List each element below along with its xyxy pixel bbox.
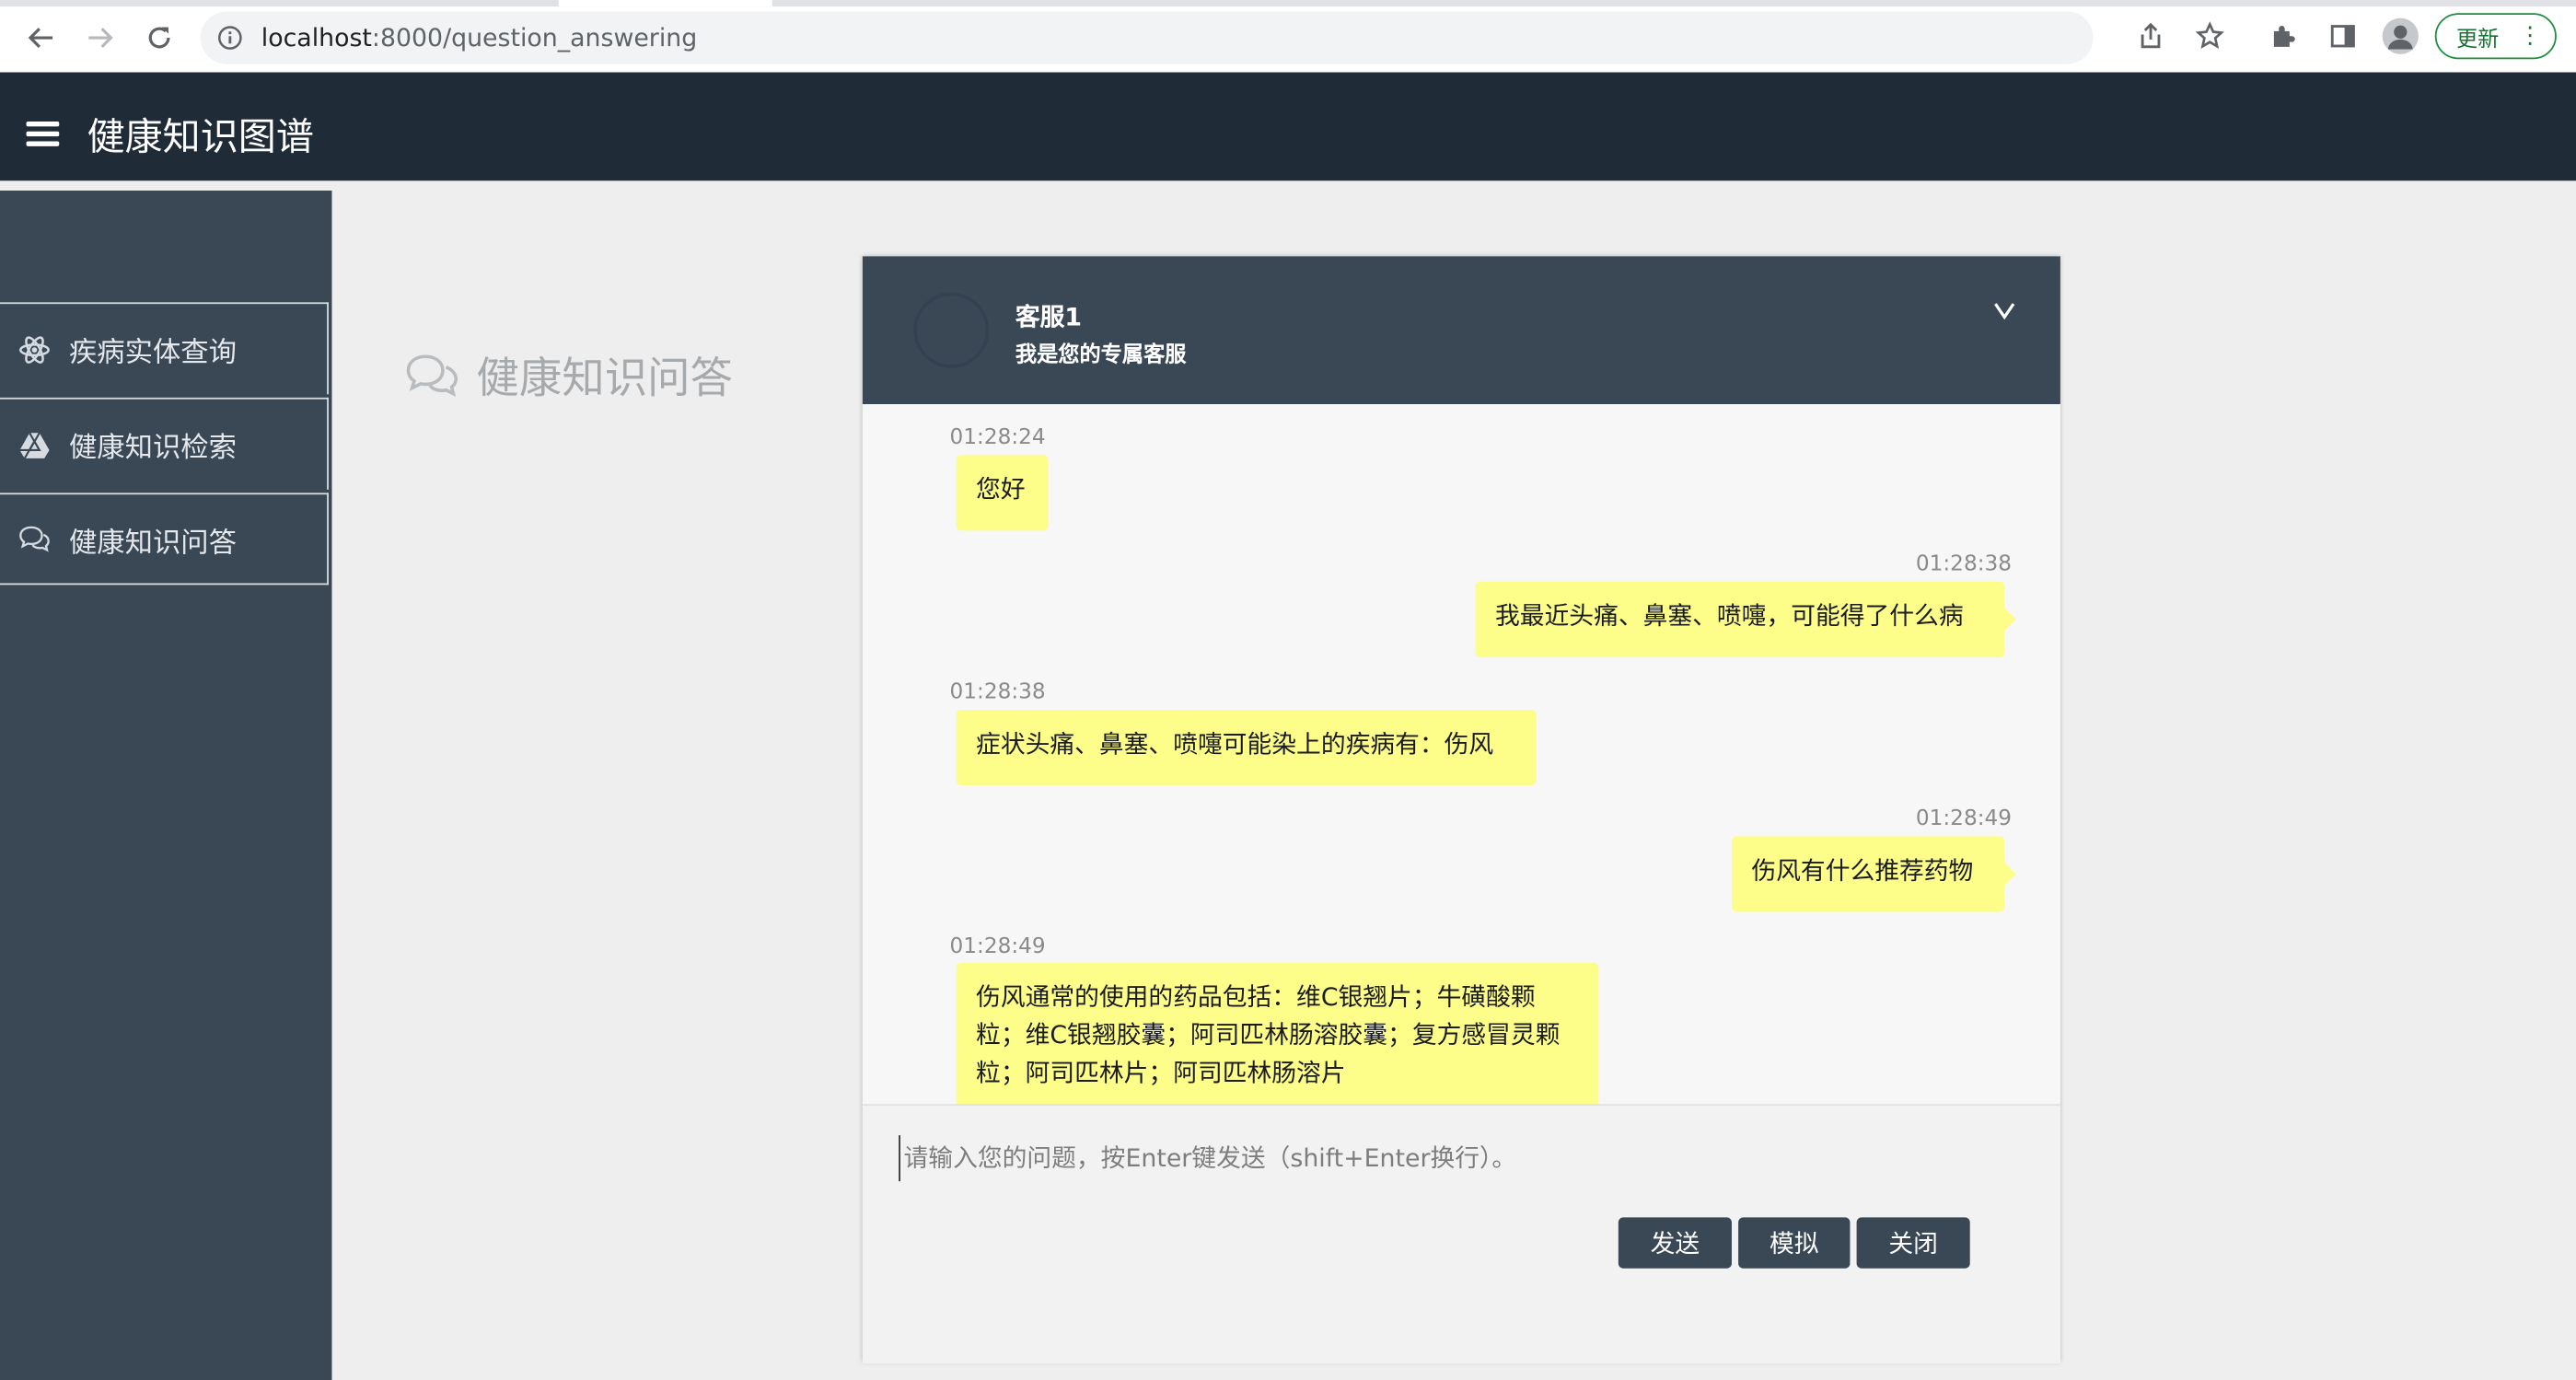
star-icon	[2195, 21, 2224, 50]
url-path: :8000/question_answering	[371, 22, 698, 53]
menu-dots-icon[interactable]: ⋮	[2519, 21, 2542, 51]
extensions-button[interactable]	[2268, 19, 2301, 52]
tab-strip-edge	[0, 0, 2576, 7]
message-time: 01:28:38	[949, 679, 1046, 705]
sidebar-item-label: 健康知识检索	[68, 432, 237, 466]
browser-toolbar: localhost:8000/question_answering 更新 ⋮	[0, 0, 2576, 73]
close-button[interactable]: 关闭	[1856, 1217, 1970, 1269]
url-text[interactable]: localhost:8000/question_answering	[261, 23, 697, 52]
profile-button[interactable]	[2382, 17, 2419, 54]
drive-icon	[18, 428, 52, 461]
chat-bubbles-icon	[404, 349, 460, 401]
share-icon	[2141, 22, 2161, 49]
page-title: 健康知识问答	[404, 345, 733, 406]
reload-icon	[148, 27, 170, 49]
sidebar-item-disease-query[interactable]: 疾病实体查询	[0, 302, 329, 395]
page-title-text: 健康知识问答	[476, 354, 733, 405]
agent-name: 客服1	[1015, 302, 1083, 332]
message-bubble: 伤风通常的使用的药品包括：维C银翘片；牛磺酸颗粒；维C银翘胶囊；阿司匹林肠溶胶囊…	[956, 962, 1599, 1105]
puzzle-icon	[2273, 26, 2295, 47]
sidebar: 疾病实体查询 健康知识检索 健康知识问答	[0, 191, 332, 1380]
chat-header: 客服1 我是您的专属客服	[862, 256, 2060, 405]
url-host: localhost	[261, 22, 372, 53]
message-bubble: 我最近头痛、鼻塞、喷嚏，可能得了什么病	[1475, 581, 2016, 657]
update-button[interactable]: 更新 ⋮	[2434, 13, 2557, 60]
side-panel-icon	[2330, 25, 2355, 48]
chat-composer: 发送 模拟 关闭	[862, 1104, 2060, 1364]
bookmark-button[interactable]	[2193, 19, 2226, 52]
chat-bubbles-icon	[18, 523, 52, 556]
sidebar-item-label: 疾病实体查询	[68, 336, 237, 370]
profile-avatar-icon	[2387, 25, 2413, 50]
active-tab-edge	[558, 0, 772, 7]
app-title: 健康知识图谱	[87, 116, 314, 160]
forward-arrow-icon	[88, 28, 113, 48]
site-info-icon[interactable]	[217, 25, 244, 52]
message-time: 01:28:38	[1915, 551, 2013, 577]
sidebar-item-knowledge-qa[interactable]: 健康知识问答	[0, 493, 329, 586]
menu-toggle-icon[interactable]	[26, 122, 60, 148]
agent-avatar	[913, 292, 990, 368]
message-time: 01:28:49	[949, 934, 1046, 960]
update-label: 更新	[2455, 27, 2500, 52]
back-button[interactable]	[19, 17, 62, 59]
chevron-down-icon	[1994, 303, 2015, 320]
back-arrow-icon	[28, 28, 53, 48]
address-bar[interactable]: localhost:8000/question_answering	[200, 11, 2094, 64]
atom-icon	[18, 332, 52, 365]
forward-button[interactable]	[79, 17, 122, 59]
app-header: 健康知识图谱	[0, 72, 2576, 181]
simulate-button[interactable]: 模拟	[1738, 1217, 1851, 1269]
message-input[interactable]	[899, 1135, 2025, 1182]
screen: localhost:8000/question_answering 更新 ⋮ 健…	[0, 0, 2576, 1380]
message-time: 01:28:24	[949, 425, 1046, 450]
reload-button[interactable]	[138, 17, 180, 59]
share-button[interactable]	[2134, 19, 2167, 52]
message-bubble: 伤风有什么推荐药物	[1731, 836, 2016, 912]
chat-window: 客服1 我是您的专属客服 01:28:24 您好 01:28:38 我最近头痛、…	[862, 256, 2060, 1364]
message-bubble: 症状头痛、鼻塞、喷嚏可能染上的疾病有：伤风	[956, 709, 1537, 786]
sidebar-item-knowledge-search[interactable]: 健康知识检索	[0, 397, 329, 490]
message-time: 01:28:49	[1915, 806, 2013, 832]
sidebar-item-label: 健康知识问答	[68, 526, 237, 560]
collapse-chat-button[interactable]	[1993, 296, 2020, 320]
agent-subtitle: 我是您的专属客服	[1015, 342, 1187, 368]
side-panel-button[interactable]	[2327, 19, 2360, 52]
message-bubble: 您好	[956, 455, 1049, 531]
message-list[interactable]: 01:28:24 您好 01:28:38 我最近头痛、鼻塞、喷嚏，可能得了什么病…	[862, 404, 2060, 1105]
send-button[interactable]: 发送	[1618, 1217, 1732, 1269]
